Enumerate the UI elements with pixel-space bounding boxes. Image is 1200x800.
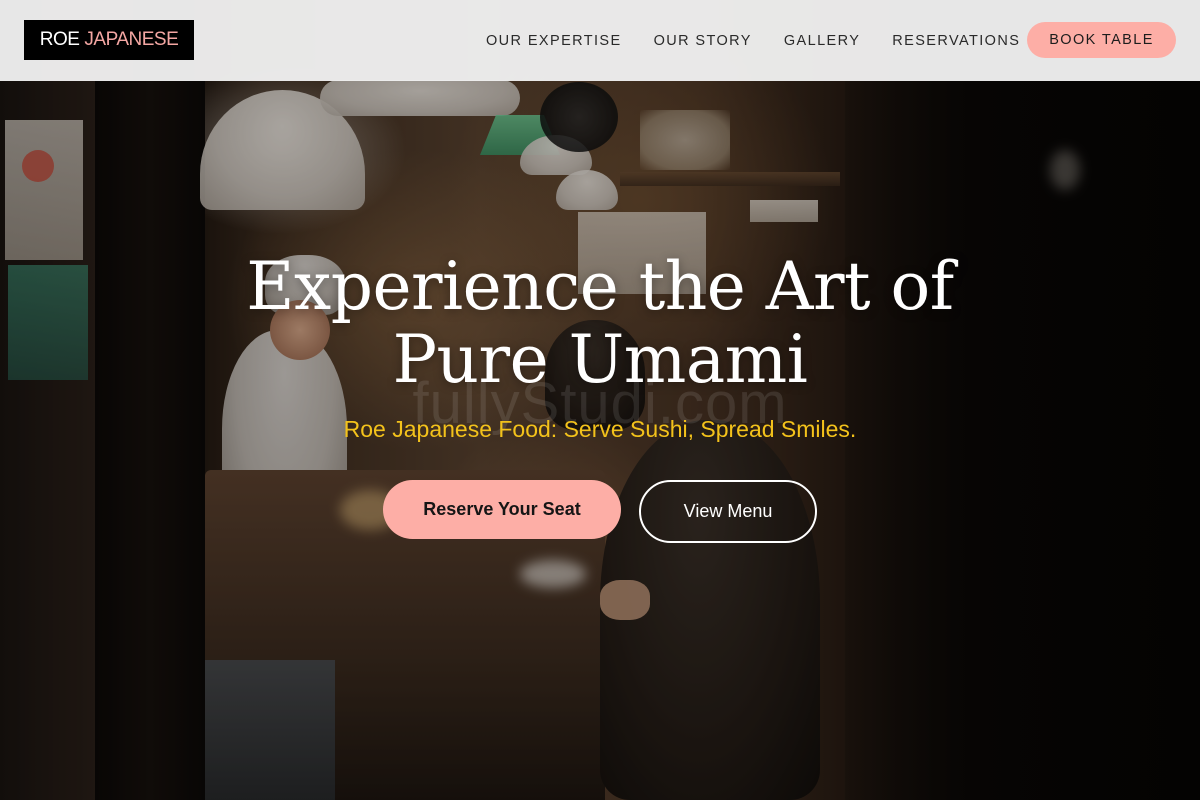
nav-links: OUR EXPERTISE OUR STORY GALLERY RESERVAT… xyxy=(470,0,1036,81)
logo-text-japanese: JAPANESE xyxy=(84,29,179,50)
hero-cta-row: Reserve Your Seat View Menu xyxy=(0,480,1200,543)
book-table-button[interactable]: BOOK TABLE xyxy=(1027,22,1176,58)
top-navbar: ROE JAPANESE OUR EXPERTISE OUR STORY GAL… xyxy=(0,0,1200,81)
hero-headline-line1: Experience the Art of xyxy=(246,248,954,325)
hero-headline: Experience the Art of Pure Umami xyxy=(0,250,1200,396)
view-menu-button[interactable]: View Menu xyxy=(639,480,817,543)
hero-tagline: Roe Japanese Food: Serve Sushi, Spread S… xyxy=(343,416,857,442)
nav-link-reservations[interactable]: RESERVATIONS xyxy=(876,33,1036,49)
brand-logo[interactable]: ROE JAPANESE xyxy=(24,20,194,60)
nav-link-our-expertise[interactable]: OUR EXPERTISE xyxy=(470,33,638,49)
hero-headline-line2: Pure Umami xyxy=(392,321,808,398)
logo-text-roe: ROE xyxy=(39,29,80,50)
hero-content: fullyStudi.com Experience the Art of Pur… xyxy=(0,250,1200,543)
nav-link-gallery[interactable]: GALLERY xyxy=(768,33,876,49)
nav-link-our-story[interactable]: OUR STORY xyxy=(638,33,768,49)
reserve-your-seat-button[interactable]: Reserve Your Seat xyxy=(383,480,621,539)
